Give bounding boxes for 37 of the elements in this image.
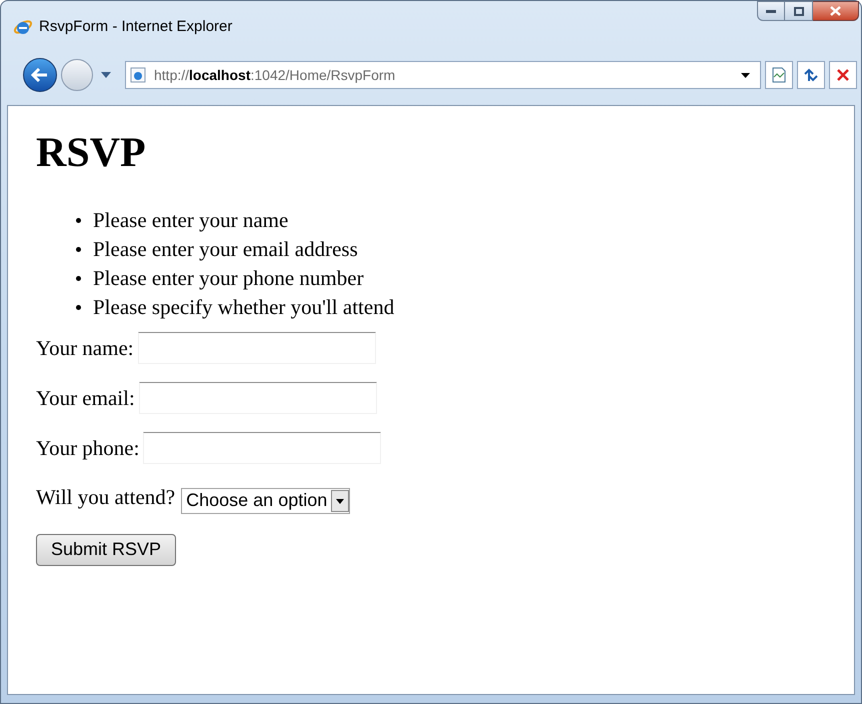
attend-dropdown[interactable]: Choose an option: [181, 488, 350, 514]
refresh-button[interactable]: [797, 61, 825, 89]
bullet-icon: [76, 276, 81, 281]
field-label: Your name:: [36, 334, 134, 362]
compatibility-view-button[interactable]: [765, 61, 793, 89]
input-field[interactable]: [143, 432, 382, 464]
back-button[interactable]: [23, 58, 57, 92]
field-label: Will you attend?: [36, 484, 176, 511]
close-button[interactable]: [813, 1, 859, 21]
close-icon: [830, 6, 841, 16]
error-message: Please enter your name: [93, 207, 288, 234]
error-message: Please specify whether you'll attend: [93, 294, 394, 321]
refresh-arrows-icon: [803, 68, 819, 82]
field-label: Your email:: [36, 384, 135, 412]
error-message: Please enter your email address: [93, 236, 358, 263]
back-arrow-icon: [31, 68, 49, 82]
broken-page-icon: [772, 67, 786, 83]
page-heading: RSVP: [36, 132, 147, 174]
stop-button[interactable]: [829, 61, 857, 89]
maximize-icon: [794, 6, 804, 16]
page-icon: [130, 67, 146, 83]
address-bar[interactable]: http://localhost:1042/Home/RsvpForm: [125, 61, 761, 89]
minimize-button[interactable]: [757, 1, 785, 21]
submit-button[interactable]: Submit RSVP: [36, 534, 176, 566]
input-field[interactable]: [138, 332, 376, 364]
url-text: http://localhost:1042/Home/RsvpForm: [154, 66, 396, 85]
dropdown-caret-icon[interactable]: [741, 72, 750, 78]
error-message: Please enter your phone number: [93, 265, 364, 292]
bullet-icon: [76, 218, 81, 223]
window-title: RsvpForm - Internet Explorer: [39, 16, 232, 37]
field-label: Your phone:: [36, 434, 140, 462]
stop-icon: [837, 69, 849, 81]
input-field[interactable]: [138, 382, 377, 414]
bullet-icon: [76, 305, 81, 310]
minimize-icon: [766, 9, 776, 13]
maximize-button[interactable]: [785, 1, 813, 21]
bullet-icon: [76, 247, 81, 252]
